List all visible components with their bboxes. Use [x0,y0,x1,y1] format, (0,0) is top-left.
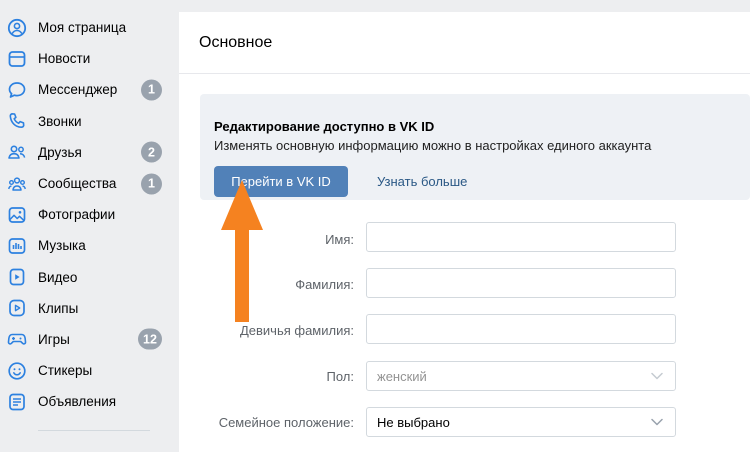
sidebar-item-label: Мессенджер [38,82,118,98]
learn-more-link[interactable]: Узнать больше [377,174,467,189]
sidebar-item-label: Сообщества [38,176,117,192]
sidebar-divider [38,430,150,431]
photo-icon [7,205,27,225]
chevron-down-icon [651,372,663,380]
sidebar-item-photos[interactable]: Фотографии [0,199,168,230]
communities-badge: 1 [141,173,162,195]
sidebar-item-label: Фотографии [38,207,116,223]
sidebar-item-video[interactable]: Видео [0,262,168,293]
phone-icon [7,111,27,131]
sidebar-item-label: Моя страница [38,20,127,36]
sidebar-item-label: Звонки [38,113,82,129]
clips-icon [7,298,27,318]
sidebar-item-label: Новости [38,51,91,67]
sidebar-item-label: Клипы [38,300,79,316]
vkid-notice: Редактирование доступно в VK ID Изменять… [200,94,750,200]
sidebar-item-label: Друзья [38,144,82,160]
sticker-icon [7,361,27,381]
maiden-name-label: Девичья фамилия: [239,323,354,338]
sidebar-item-label: Музыка [38,238,86,254]
page-title: Основное [199,33,273,51]
gamepad-icon [7,329,27,349]
sidebar-item-messenger[interactable]: Мессенджер 1 [0,74,168,105]
news-feed-icon [7,49,27,69]
sidebar-item-communities[interactable]: Сообщества 1 [0,168,168,199]
games-badge: 12 [138,328,162,350]
maiden-name-field[interactable] [366,314,676,344]
marital-status-label: Семейное положение: [218,415,354,430]
panel-header: Основное [179,12,750,74]
last-name-label: Фамилия: [295,277,354,292]
sidebar-item-games[interactable]: Игры 12 [0,324,168,355]
gender-select[interactable]: женский [366,361,676,391]
sidebar-item-music[interactable]: Музыка [0,230,168,261]
notice-title: Редактирование доступно в VK ID [214,119,435,134]
sidebar-item-label: Объявления [38,394,117,410]
friend-requests-badge: 2 [141,141,162,163]
sidebar-item-news[interactable]: Новости [0,43,168,74]
sidebar-item-label: Видео [38,269,78,285]
sidebar-item-ads[interactable]: Объявления [0,386,168,417]
video-icon [7,267,27,287]
friends-icon [7,142,27,162]
notice-text: Изменять основную информацию можно в нас… [214,138,652,153]
sidebar-item-stickers[interactable]: Стикеры [0,355,168,386]
marital-status-select[interactable]: Не выбрано [366,407,676,437]
gender-value: женский [377,368,427,384]
first-name-label: Имя: [325,232,354,247]
communities-icon [7,174,27,194]
message-bubble-icon [7,80,27,100]
first-name-field[interactable] [366,222,676,252]
last-name-field[interactable] [366,268,676,298]
user-circle-icon [7,18,27,38]
left-sidebar: Моя страница Новости Мессенджер 1 Звонки… [0,12,168,417]
sidebar-item-clips[interactable]: Клипы [0,293,168,324]
chevron-down-icon [651,418,663,426]
classifieds-icon [7,392,27,412]
sidebar-item-friends[interactable]: Друзья 2 [0,137,168,168]
music-icon [7,236,27,256]
gender-label: Пол: [326,369,355,384]
unread-count-badge: 1 [141,79,162,101]
orange-arrow-annotation [221,180,263,322]
sidebar-item-label: Игры [38,331,70,347]
sidebar-item-calls[interactable]: Звонки [0,106,168,137]
sidebar-item-profile[interactable]: Моя страница [0,12,168,43]
marital-status-value: Не выбрано [377,414,450,430]
sidebar-item-label: Стикеры [38,363,93,379]
